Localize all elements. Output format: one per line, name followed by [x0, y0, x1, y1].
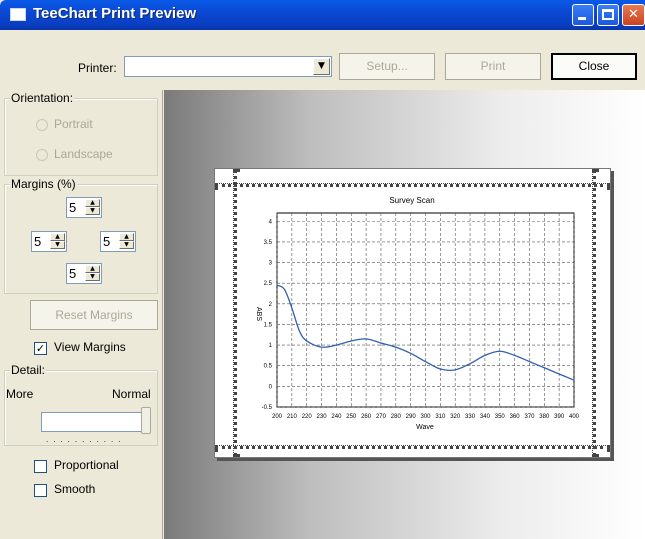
x-tick-label: 370: [524, 414, 535, 420]
spin-down-icon[interactable]: ▼: [85, 273, 100, 281]
detail-more-label: More: [6, 387, 34, 401]
proportional-label: Proportional: [54, 458, 119, 472]
chevron-down-icon[interactable]: ▼: [313, 58, 330, 75]
spin-up-icon[interactable]: ▲: [85, 199, 100, 207]
minimize-icon: [578, 17, 586, 20]
printer-select[interactable]: ▼: [124, 56, 332, 77]
spin-up-icon[interactable]: ▲: [119, 233, 134, 241]
settings-panel: Orientation: Portrait Landscape Margins …: [0, 90, 163, 539]
x-tick-label: 340: [480, 414, 491, 420]
orientation-group: Orientation: Portrait Landscape: [4, 91, 158, 176]
proportional-checkbox[interactable]: [34, 460, 47, 473]
x-tick-label: 200: [272, 414, 283, 420]
y-axis-label: ABS: [255, 307, 262, 321]
close-window-button[interactable]: ✕: [622, 4, 645, 26]
margin-right-spinner[interactable]: 5 ▲ ▼: [100, 231, 136, 252]
margin-bottom-spinner[interactable]: 5 ▲ ▼: [66, 263, 102, 284]
title-bar[interactable]: TeeChart Print Preview ✕: [0, 0, 645, 30]
preview-chart: -0.5 0 0.5 1 1.5 2 2.5 3 3.5 4 200 210 220 230 240 250…: [255, 196, 580, 431]
x-tick-label: 240: [331, 414, 342, 420]
orientation-label: Orientation:: [10, 91, 75, 105]
smooth-checkbox[interactable]: [34, 484, 47, 497]
preview-page[interactable]: -0.5 0 0.5 1 1.5 2 2.5 3 3.5 4 200 210 220 230 240 250…: [214, 168, 611, 458]
spin-up-icon[interactable]: ▲: [50, 233, 65, 241]
spin-down-icon[interactable]: ▼: [85, 207, 100, 215]
y-tick-label: 0.5: [264, 364, 273, 370]
x-tick-label: 280: [391, 414, 402, 420]
chart-title: Survey Scan: [389, 196, 434, 205]
window-icon: [10, 8, 26, 21]
portrait-label: Portrait: [54, 117, 93, 131]
x-axis-label: Wave: [416, 424, 434, 431]
reset-margins-button[interactable]: Reset Margins: [30, 300, 158, 330]
y-tick-label: 4: [269, 219, 273, 225]
x-tick-label: 220: [302, 414, 313, 420]
y-tick-label: 3: [269, 261, 273, 267]
detail-normal-label: Normal: [112, 387, 151, 401]
close-icon: ✕: [628, 7, 639, 22]
landscape-label: Landscape: [54, 147, 113, 161]
x-tick-label: 210: [287, 414, 298, 420]
print-button[interactable]: Print: [445, 53, 541, 80]
x-tick-label: 290: [406, 414, 417, 420]
spin-down-icon[interactable]: ▼: [119, 241, 134, 249]
y-tick-labels: -0.5 0 0.5 1 1.5 2 2.5 3 3.5 4: [262, 219, 273, 411]
spin-up-icon[interactable]: ▲: [85, 265, 100, 273]
minimize-button[interactable]: [572, 4, 594, 26]
y-tick-label: 1: [269, 343, 273, 349]
detail-group: Detail:: [4, 363, 158, 446]
x-tick-label: 270: [376, 414, 387, 420]
window-title: TeeChart Print Preview: [33, 5, 197, 22]
x-tick-label: 300: [420, 414, 431, 420]
x-tick-label: 400: [569, 414, 580, 420]
x-tick-label: 320: [450, 414, 461, 420]
x-tick-label: 380: [539, 414, 550, 420]
margins-group: Margins (%) 5 ▲ ▼ 5 ▲ ▼ 5 ▲ ▼ 5 ▲ ▼: [4, 177, 158, 294]
y-tick-label: 2: [269, 302, 273, 308]
margins-label: Margins (%): [10, 177, 77, 191]
x-tick-label: 230: [317, 414, 328, 420]
printer-label: Printer:: [78, 61, 117, 75]
view-margins-checkbox[interactable]: ✓: [34, 342, 47, 355]
detail-slider-track[interactable]: [41, 412, 151, 432]
x-tick-label: 250: [346, 414, 357, 420]
portrait-radio[interactable]: [36, 119, 48, 131]
x-tick-label: 330: [465, 414, 476, 420]
x-tick-labels: 200 210 220 230 240 250 260 270 280 290 300 310 320 3…: [272, 414, 580, 420]
x-tick-label: 260: [361, 414, 372, 420]
maximize-icon: [602, 9, 614, 20]
x-tick-label: 310: [435, 414, 446, 420]
y-tick-label: 0: [269, 384, 273, 390]
y-tick-label: 2.5: [264, 281, 273, 287]
view-margins-label: View Margins: [54, 340, 126, 354]
x-tick-label: 390: [554, 414, 565, 420]
x-tick-label: 350: [495, 414, 506, 420]
spin-down-icon[interactable]: ▼: [50, 241, 65, 249]
x-tick-label: 360: [510, 414, 521, 420]
margin-left-spinner[interactable]: 5 ▲ ▼: [31, 231, 67, 252]
detail-label: Detail:: [10, 363, 47, 377]
detail-slider-thumb[interactable]: [141, 407, 151, 434]
close-button[interactable]: Close: [551, 53, 637, 80]
margin-top-spinner[interactable]: 5 ▲ ▼: [66, 197, 102, 218]
setup-button[interactable]: Setup...: [339, 53, 435, 80]
y-tick-label: 3.5: [264, 240, 273, 246]
smooth-label: Smooth: [54, 482, 96, 496]
y-tick-label: 1.5: [264, 322, 273, 328]
y-tick-label: -0.5: [262, 405, 273, 411]
landscape-radio[interactable]: [36, 149, 48, 161]
maximize-button[interactable]: [597, 4, 619, 26]
detail-slider-ticks: ...........: [46, 436, 126, 444]
